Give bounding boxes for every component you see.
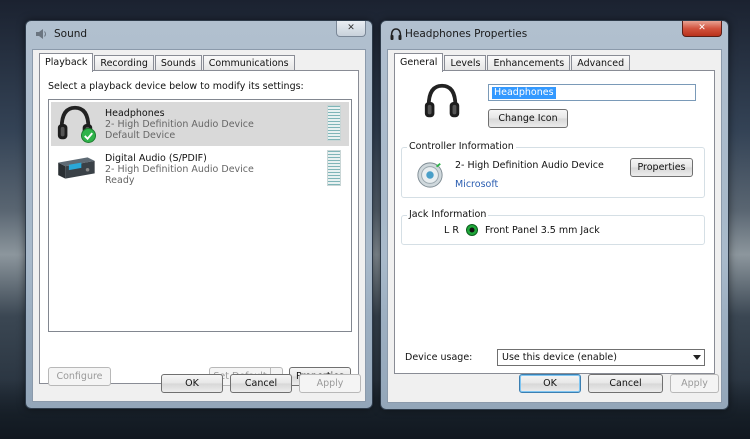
properties-close-button[interactable]: ✕ [682, 21, 722, 37]
controller-info-group: Controller Information 2- High Definitio… [401, 141, 705, 198]
properties-client-area: General Levels Enhancements Advanced Hea… [387, 49, 722, 403]
tab-recording[interactable]: Recording [94, 55, 154, 71]
controller-device-name: 2- High Definition Audio Device [455, 160, 604, 171]
tab-playback[interactable]: Playback [39, 53, 94, 72]
digital-audio-device-icon [58, 157, 95, 179]
sound-title: Sound [54, 28, 88, 40]
change-icon-button[interactable]: Change Icon [488, 109, 568, 128]
playback-panel: Select a playback device below to modify… [39, 70, 359, 386]
device-status: Ready [105, 175, 135, 186]
properties-apply-button[interactable]: Apply [670, 374, 719, 393]
properties-title: Headphones Properties [405, 28, 528, 40]
general-panel: Headphones Change Icon Controller Inform… [394, 70, 715, 374]
jack-connector-icon [466, 224, 478, 236]
headphones-icon [424, 83, 460, 118]
jack-info-legend: Jack Information [407, 209, 489, 220]
device-driver: 2- High Definition Audio Device [105, 119, 254, 130]
sound-titlebar[interactable]: Sound ✕ [26, 21, 372, 49]
device-usage-label: Device usage: [405, 352, 473, 363]
controller-vendor: Microsoft [455, 179, 499, 190]
headphones-title-icon [390, 28, 402, 40]
sound-close-button[interactable]: ✕ [336, 21, 366, 37]
level-meter [327, 150, 341, 186]
jack-description: Front Panel 3.5 mm Jack [485, 225, 600, 236]
device-name: Digital Audio (S/PDIF) [105, 153, 207, 164]
speaker-icon [36, 29, 46, 39]
headphones-properties-window: Headphones Properties ✕ General Levels E… [380, 20, 729, 410]
sound-tab-strip: Playback Recording Sounds Communications [39, 53, 296, 72]
default-check-icon [81, 128, 96, 143]
configure-button[interactable]: Configure [48, 367, 111, 386]
apply-button[interactable]: Apply [299, 374, 361, 393]
device-name-input[interactable]: Headphones [488, 84, 696, 101]
controller-info-legend: Controller Information [407, 141, 516, 152]
jack-info-group: Jack Information L R Front Panel 3.5 mm … [401, 209, 705, 245]
device-row-digital-audio[interactable]: Digital Audio (S/PDIF) 2- High Definitio… [51, 147, 349, 191]
speaker-controller-icon [417, 162, 443, 188]
device-usage-select[interactable]: Use this device (enable) [497, 349, 705, 366]
properties-cancel-button[interactable]: Cancel [588, 374, 663, 393]
device-name: Headphones [105, 108, 165, 119]
tab-communications[interactable]: Communications [202, 55, 295, 71]
device-name-selected-text: Headphones [492, 87, 556, 99]
properties-titlebar[interactable]: Headphones Properties ✕ [381, 21, 728, 49]
device-status: Default Device [105, 130, 176, 141]
device-driver: 2- High Definition Audio Device [105, 164, 254, 175]
sound-client-area: Playback Recording Sounds Communications… [32, 49, 366, 402]
tab-advanced[interactable]: Advanced [571, 55, 631, 71]
tab-levels[interactable]: Levels [444, 55, 487, 71]
properties-ok-button[interactable]: OK [519, 374, 581, 393]
device-row-headphones[interactable]: Headphones 2- High Definition Audio Devi… [51, 102, 349, 146]
chevron-down-icon [693, 355, 701, 360]
tab-sounds[interactable]: Sounds [154, 55, 202, 71]
tab-enhancements[interactable]: Enhancements [487, 55, 571, 71]
device-usage-value: Use this device (enable) [502, 352, 617, 363]
controller-properties-button[interactable]: Properties [630, 158, 693, 177]
level-meter [327, 105, 341, 141]
tab-general[interactable]: General [394, 53, 444, 72]
sound-window: Sound ✕ Playback Recording Sounds Commun… [25, 20, 373, 409]
playback-instruction: Select a playback device below to modify… [48, 81, 304, 92]
properties-tab-strip: General Levels Enhancements Advanced [394, 53, 631, 72]
ok-button[interactable]: OK [161, 374, 223, 393]
cancel-button[interactable]: Cancel [230, 374, 292, 393]
jack-channels: L R [444, 225, 459, 236]
playback-device-list[interactable]: Headphones 2- High Definition Audio Devi… [48, 99, 352, 332]
